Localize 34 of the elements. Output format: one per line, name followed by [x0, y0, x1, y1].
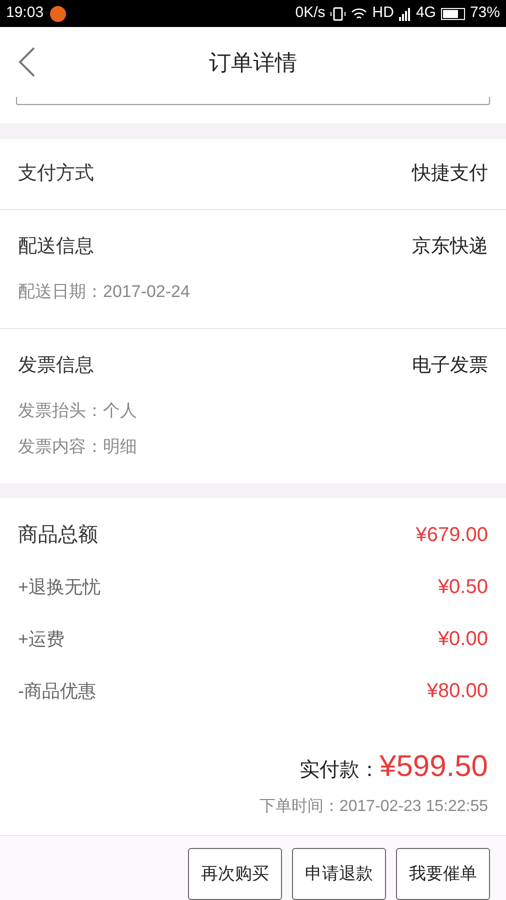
detail-text: 配送日期：2017-02-24: [18, 281, 191, 304]
amount-label: +退换无忧: [18, 576, 101, 599]
section-value: 电子发票: [412, 354, 488, 378]
section-label: 支付方式: [18, 162, 94, 186]
section-label: 配送信息: [18, 235, 94, 260]
network-label: HD: [372, 3, 394, 24]
amount-label: -商品优惠: [18, 680, 96, 703]
amount-label: 商品总额: [18, 523, 98, 548]
section-label: 发票信息: [18, 354, 94, 378]
detail-text: 发票内容：明细: [18, 436, 138, 458]
section-value: 京东快递: [412, 235, 488, 260]
section-value: 快捷支付: [412, 162, 488, 186]
amount-value: ¥0.00: [438, 627, 488, 652]
network-speed: 0K/s: [295, 3, 326, 24]
amount-value: ¥0.50: [438, 575, 488, 600]
vibrate-icon: [330, 6, 346, 22]
battery-percent: 73%: [470, 3, 500, 24]
status-time: 19:03: [6, 3, 44, 24]
detail-text: 发票抬头：个人: [18, 400, 138, 422]
amount-label: +运费: [18, 628, 65, 651]
order-time: 下单时间：2017-02-23 15:22:55: [259, 796, 488, 818]
signal-icon: [398, 6, 411, 21]
wifi-icon: [351, 6, 368, 21]
amount-value: ¥80.00: [426, 679, 488, 704]
network-type: 4G: [416, 3, 436, 24]
paid-label: 实付款：: [300, 759, 380, 784]
amount-value: ¥679.00: [416, 523, 488, 548]
action-button[interactable]: 申请退款: [292, 848, 386, 900]
action-button[interactable]: 我要催单: [396, 848, 490, 900]
paid-amount: ¥599.50: [380, 749, 488, 786]
battery-icon: [440, 8, 465, 20]
action-button[interactable]: 再次购买: [188, 848, 282, 900]
notification-icon: [50, 6, 66, 22]
page-title: 订单详情: [209, 48, 297, 77]
